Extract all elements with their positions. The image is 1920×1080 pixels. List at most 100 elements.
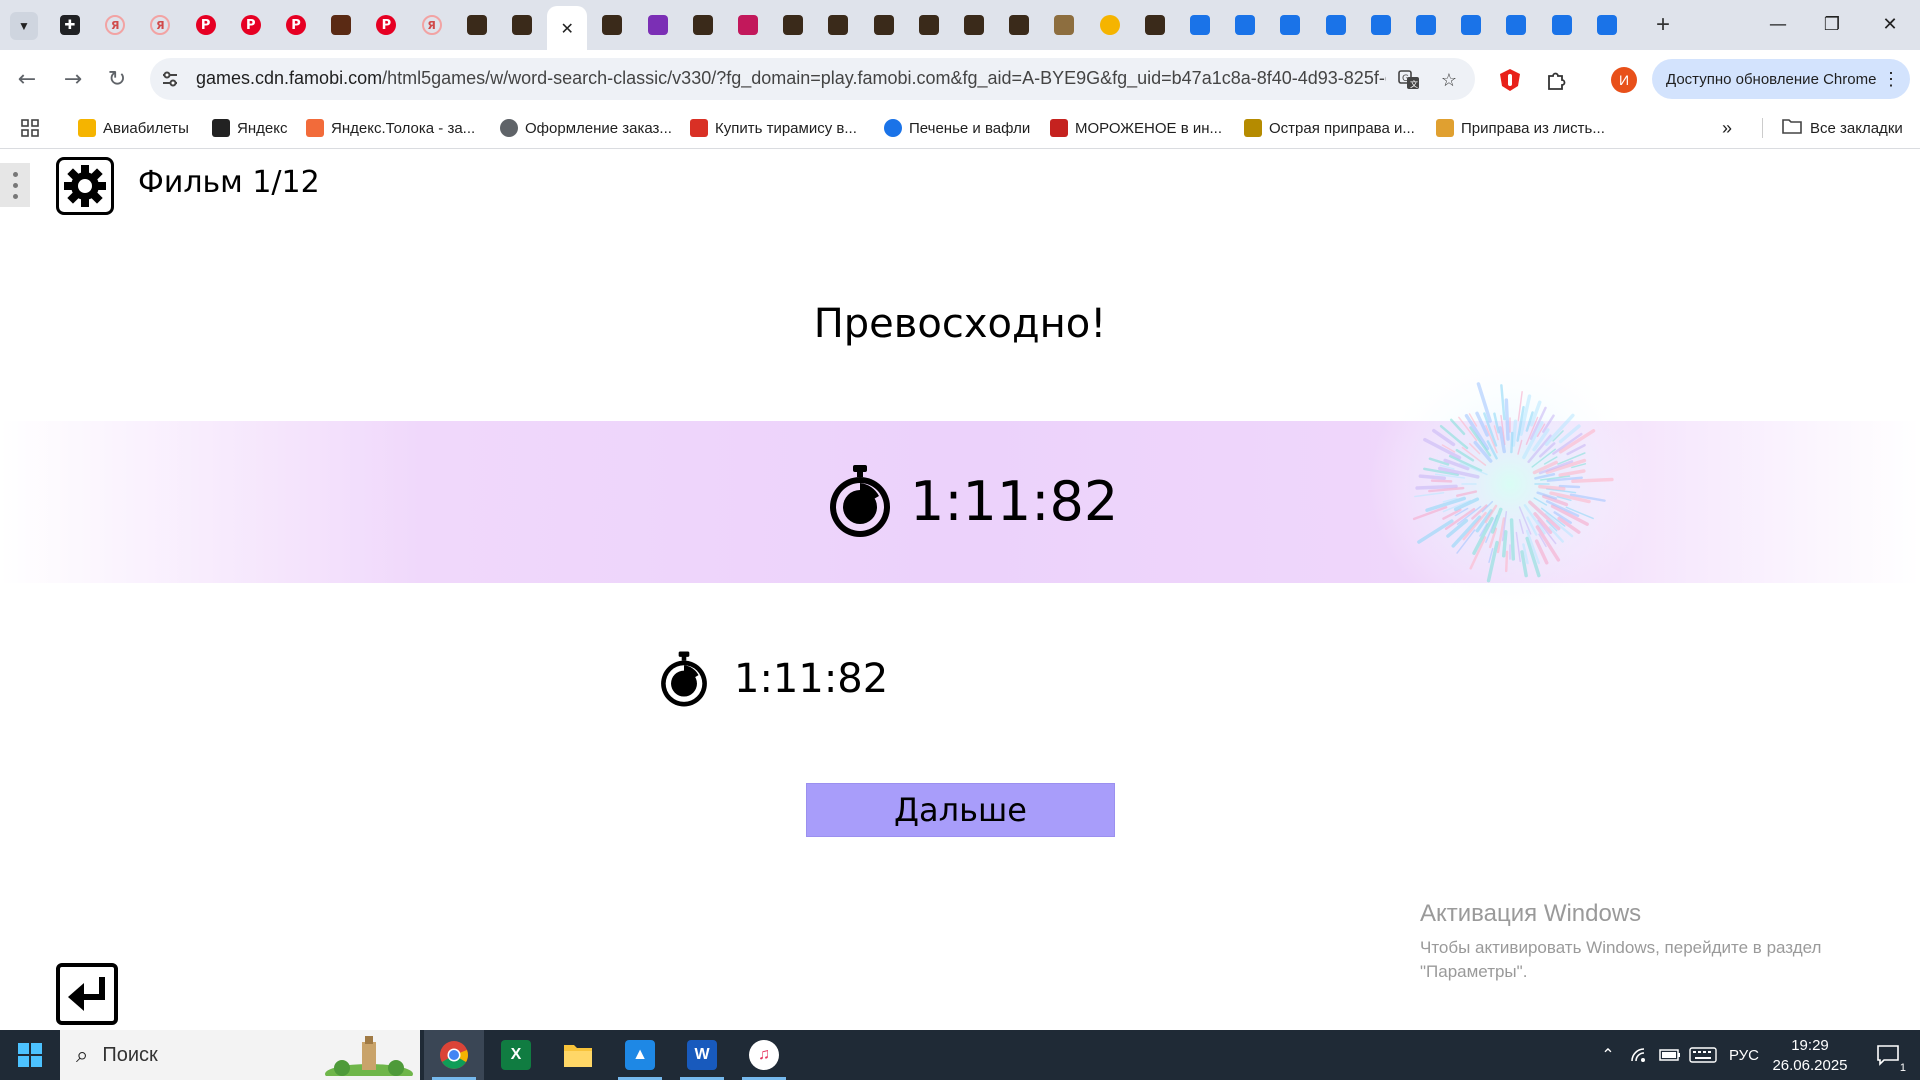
browser-tab[interactable]: [1044, 8, 1084, 42]
browser-tab[interactable]: [1090, 8, 1130, 42]
browser-tab[interactable]: P: [366, 8, 406, 42]
browser-tab[interactable]: [773, 8, 813, 42]
taskbar-chrome[interactable]: [424, 1030, 484, 1080]
settings-button[interactable]: [56, 157, 114, 215]
spice-icon: [1244, 119, 1262, 137]
browser-tab[interactable]: Я: [140, 8, 180, 42]
taskbar-photos[interactable]: ▲: [610, 1030, 670, 1080]
game-icon: [602, 15, 623, 35]
browser-tab[interactable]: P: [276, 8, 316, 42]
browser-tab[interactable]: [1587, 8, 1627, 42]
more-bookmarks-chevron-icon[interactable]: »: [1722, 116, 1732, 140]
browser-tab[interactable]: [1180, 8, 1220, 42]
bookmark-label: Острая приправа и...: [1269, 119, 1415, 137]
minimize-button[interactable]: —: [1752, 6, 1804, 42]
profile-avatar[interactable]: И: [1608, 64, 1640, 96]
adblock-extension-icon[interactable]: [1494, 64, 1526, 96]
taskbar-clock[interactable]: 19:29 26.06.2025: [1760, 1036, 1860, 1076]
next-button[interactable]: Дальше: [806, 783, 1115, 837]
browser-tab[interactable]: [321, 8, 361, 42]
close-icon[interactable]: ✕: [557, 18, 577, 38]
bookmark-item[interactable]: Авиабилеты: [78, 116, 189, 140]
photos-icon: ▲: [625, 1040, 655, 1070]
browser-tab[interactable]: ✕: [547, 6, 588, 50]
browser-tab[interactable]: [1135, 8, 1175, 42]
bookmark-label: Приправа из листь...: [1461, 119, 1605, 137]
restore-button[interactable]: ❐: [1806, 6, 1858, 42]
bookmark-item[interactable]: МОРОЖЕНОЕ в ин...: [1050, 116, 1222, 140]
bookmark-item[interactable]: Острая приправа и...: [1244, 116, 1415, 140]
bookmark-item[interactable]: Купить тирамису в...: [690, 116, 857, 140]
search-highlight-image: [325, 1036, 413, 1076]
close-window-button[interactable]: ✕: [1864, 6, 1916, 42]
browser-tab[interactable]: [1451, 8, 1491, 42]
url-text[interactable]: games.cdn.famobi.com/html5games/w/word-s…: [196, 68, 1386, 89]
game-icon: [918, 15, 939, 35]
url-host: games.cdn.famobi.com: [196, 68, 383, 88]
globe-icon: [500, 119, 518, 137]
battery-icon[interactable]: [1656, 1030, 1684, 1080]
activation-line2: "Параметры".: [1420, 962, 1528, 981]
translate-icon[interactable]: G文: [1396, 67, 1422, 93]
browser-tab[interactable]: Я: [95, 8, 135, 42]
browser-tab[interactable]: [1361, 8, 1401, 42]
leaf-icon: [1436, 119, 1454, 137]
tray-overflow-chevron-icon[interactable]: ⌃: [1596, 1030, 1620, 1080]
bookmark-item[interactable]: Печенье и вафли: [884, 116, 1030, 140]
browser-tab[interactable]: [502, 8, 542, 42]
browser-tab[interactable]: [818, 8, 858, 42]
browser-tab[interactable]: [592, 8, 632, 42]
side-menu-handle[interactable]: [0, 163, 30, 207]
browser-tab[interactable]: [1542, 8, 1582, 42]
firework-ray: [1511, 419, 1518, 447]
reload-icon[interactable]: ↻: [100, 62, 134, 96]
browser-tab[interactable]: [457, 8, 497, 42]
all-bookmarks-button[interactable]: Все закладки: [1782, 116, 1903, 140]
taskbar-excel[interactable]: X: [486, 1030, 546, 1080]
taskbar-file-explorer[interactable]: [548, 1030, 608, 1080]
browser-tab[interactable]: P: [231, 8, 271, 42]
browser-tab[interactable]: [728, 8, 768, 42]
site-settings-icon[interactable]: [158, 67, 182, 91]
browser-tab[interactable]: [909, 8, 949, 42]
clock-time: 19:29: [1791, 1037, 1829, 1054]
browser-tab[interactable]: P: [186, 8, 226, 42]
bookmark-item[interactable]: Яндекс: [212, 116, 287, 140]
return-arrow-icon: [68, 977, 105, 1011]
browser-tab[interactable]: Я: [412, 8, 452, 42]
browser-tab[interactable]: [954, 8, 994, 42]
keyboard-icon[interactable]: [1686, 1030, 1720, 1080]
bookmark-star-icon[interactable]: ☆: [1436, 67, 1462, 93]
bookmark-item[interactable]: Яндекс.Толока - за...: [306, 116, 475, 140]
address-bar[interactable]: games.cdn.famobi.com/html5games/w/word-s…: [150, 58, 1475, 100]
browser-tab[interactable]: [999, 8, 1039, 42]
browser-tab[interactable]: [1316, 8, 1356, 42]
language-indicator[interactable]: РУС: [1724, 1030, 1764, 1080]
chrome-update-button[interactable]: Доступно обновление Chrome ⋮: [1652, 59, 1910, 99]
new-tab-button[interactable]: +: [1648, 10, 1678, 40]
bookmark-item[interactable]: Оформление заказ...: [500, 116, 672, 140]
browser-tab[interactable]: [683, 8, 723, 42]
browser-tab[interactable]: [1225, 8, 1265, 42]
browser-tab[interactable]: [1406, 8, 1446, 42]
windows-logo-icon: [18, 1043, 42, 1067]
back-button[interactable]: [56, 963, 118, 1025]
tab-search-button[interactable]: ▼: [10, 12, 38, 40]
taskbar-search[interactable]: ⌕ Поиск: [60, 1030, 420, 1080]
bookmark-item[interactable]: Приправа из листь...: [1436, 116, 1605, 140]
apps-grid-icon[interactable]: [20, 116, 40, 140]
taskbar-itunes[interactable]: ♫: [734, 1030, 794, 1080]
start-button[interactable]: [0, 1030, 60, 1080]
network-icon[interactable]: [1626, 1030, 1654, 1080]
toloka-icon: [306, 119, 324, 137]
browser-tab[interactable]: [864, 8, 904, 42]
browser-tab[interactable]: [1270, 8, 1310, 42]
back-arrow-icon[interactable]: ←: [10, 62, 44, 96]
browser-tab[interactable]: [638, 8, 678, 42]
browser-tab[interactable]: [1496, 8, 1536, 42]
extensions-puzzle-icon[interactable]: [1540, 64, 1572, 96]
browser-tab[interactable]: ✚: [50, 8, 90, 42]
forward-arrow-icon[interactable]: →: [56, 62, 90, 96]
notifications-button[interactable]: 1: [1864, 1030, 1912, 1080]
taskbar-word[interactable]: W: [672, 1030, 732, 1080]
